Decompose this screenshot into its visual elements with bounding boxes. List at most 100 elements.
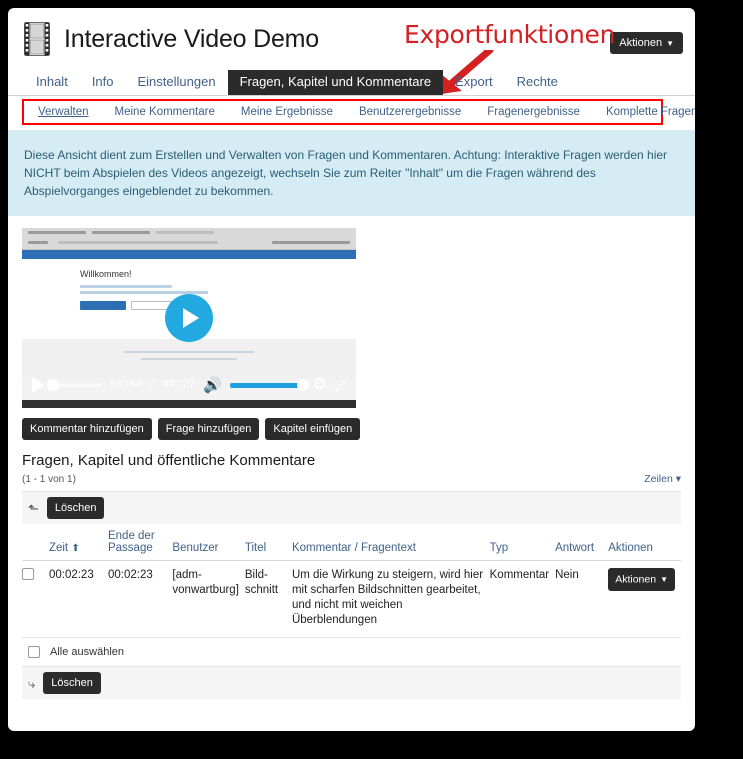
seek-slider[interactable] — [47, 379, 102, 391]
cell-zeit: 00:02:23 — [48, 560, 108, 638]
annotation-label: Exportfunktionen — [404, 20, 616, 49]
poster-taskbar — [22, 400, 356, 408]
table-section: Fragen, Kapitel und öffentliche Kommenta… — [8, 440, 695, 699]
film-strip-icon — [24, 22, 50, 56]
tab-info-label: Info — [91, 74, 114, 90]
cell-ende: 00:02:23 — [107, 560, 173, 638]
col-benutzer[interactable]: Benutzer — [172, 524, 245, 561]
delete-button-bottom[interactable]: Löschen — [43, 672, 101, 694]
sort-ascending-icon: ⬆ — [71, 543, 80, 554]
tab-export-label: Export — [455, 74, 493, 90]
table-toolbar-top: ⬑ Löschen — [22, 491, 681, 524]
video-controls-bar: 00:00 / 04:27 🔊 ⚙ ⤢ — [22, 370, 356, 400]
col-typ[interactable]: Typ — [489, 524, 556, 561]
fullscreen-icon[interactable]: ⤢ — [335, 378, 346, 392]
chevron-down-icon: ▼ — [666, 38, 674, 48]
tab-rechte-label: Rechte — [516, 74, 558, 90]
seek-handle[interactable] — [47, 379, 59, 391]
table-header-row: Zeit ⬆ Ende der Passage Benutzer Titel K… — [22, 524, 681, 561]
poster-heading: Willkommen! — [80, 269, 132, 279]
video-player[interactable]: Willkommen! 00:00 / 04:27 🔊 ⚙ ⤢ — [22, 228, 356, 408]
arrow-up-right-icon: ⬑ — [28, 500, 39, 516]
subnav-wrapper: Verwalten Meine Kommentare Meine Ergebni… — [8, 96, 695, 126]
table-title: Fragen, Kapitel und öffentliche Kommenta… — [22, 452, 316, 469]
rows-dropdown-label: Zeilen — [644, 473, 673, 485]
main-tab-bar: Inhalt Info Einstellungen Fragen, Kapite… — [8, 70, 695, 96]
tab-export[interactable]: Export — [443, 70, 505, 95]
cell-antwort: Nein — [555, 560, 609, 638]
row-actions-button[interactable]: Aktionen ▼ — [608, 568, 675, 592]
tab-inhalt[interactable]: Inhalt — [24, 70, 80, 95]
play-icon — [183, 308, 199, 328]
cell-kommentar: Um die Wirkung zu steigern, wird hier mi… — [291, 560, 490, 638]
row-checkbox[interactable] — [22, 568, 34, 580]
tab-inhalt-label: Inhalt — [36, 74, 68, 90]
col-benutzer-label: Benutzer — [172, 542, 219, 554]
tab-fragen-kapitel-kommentare[interactable]: Fragen, Kapitel und Kommentare — [227, 70, 444, 95]
subnav-item-benutzerergebnisse[interactable]: Benutzerergebnisse — [359, 106, 461, 118]
volume-slider[interactable] — [230, 378, 310, 391]
col-kommentar-fragentext[interactable]: Kommentar / Fragentext — [291, 524, 490, 561]
chevron-down-icon: ▾ — [675, 473, 681, 485]
header-actions-button[interactable]: Aktionen ▼ — [610, 32, 683, 54]
subnav-item-verwalten[interactable]: Verwalten — [38, 106, 89, 118]
poster-buttons — [80, 301, 356, 310]
time-display: 00:00 / 04:27 — [109, 379, 196, 391]
add-comment-button[interactable]: Kommentar hinzufügen — [22, 418, 152, 440]
poster-navbar — [22, 250, 356, 259]
select-all-checkbox[interactable] — [28, 646, 40, 658]
col-ende-passage[interactable]: Ende der Passage — [107, 524, 173, 561]
row-actions-label: Aktionen — [615, 573, 657, 586]
col-titel-label: Titel — [244, 542, 267, 554]
content-action-buttons: Kommentar hinzufügen Frage hinzufügen Ka… — [8, 408, 695, 440]
col-ende-label: Ende der Passage — [107, 530, 155, 554]
tab-fragen-label: Fragen, Kapitel und Kommentare — [239, 74, 432, 90]
gear-icon[interactable]: ⚙ — [312, 377, 326, 393]
subnav-item-fragenergebnisse[interactable]: Fragenergebnisse — [487, 106, 580, 118]
volume-handle[interactable] — [297, 378, 310, 391]
chevron-down-icon: ▼ — [660, 575, 668, 584]
export-subnav: Verwalten Meine Kommentare Meine Ergebni… — [22, 99, 695, 125]
subnav-item-meine-ergebnisse[interactable]: Meine Ergebnisse — [241, 106, 333, 118]
col-zeit-label: Zeit — [48, 542, 69, 554]
poster-browser-chrome — [22, 228, 356, 250]
page-card: Interactive Video Demo Aktionen ▼ Exportf… — [8, 8, 695, 731]
result-count: (1 - 1 von 1) — [22, 473, 76, 485]
tab-einstellungen[interactable]: Einstellungen — [126, 70, 228, 95]
table-toolbar-bottom: ⤷ Löschen — [22, 667, 681, 699]
play-button[interactable] — [32, 377, 44, 393]
subnav-item-meine-kommentare[interactable]: Meine Kommentare — [115, 106, 215, 118]
page-title: Interactive Video Demo — [64, 24, 319, 53]
col-kommentar-label: Kommentar / Fragentext — [291, 542, 416, 554]
page-header: Interactive Video Demo Aktionen ▼ Exportf… — [8, 8, 695, 94]
select-all-row: Alle auswählen — [22, 638, 681, 667]
cell-typ: Kommentar — [489, 560, 556, 638]
add-question-button[interactable]: Frage hinzufügen — [157, 418, 260, 440]
delete-button-top[interactable]: Löschen — [46, 497, 105, 519]
tab-info[interactable]: Info — [80, 70, 126, 95]
video-area: Willkommen! 00:00 / 04:27 🔊 ⚙ ⤢ — [8, 216, 695, 408]
comments-table: Zeit ⬆ Ende der Passage Benutzer Titel K… — [22, 524, 681, 638]
volume-icon[interactable]: 🔊 — [203, 378, 222, 393]
col-checkbox — [22, 524, 49, 561]
col-zeit[interactable]: Zeit ⬆ — [48, 524, 108, 561]
tab-rechte[interactable]: Rechte — [505, 70, 570, 95]
info-message-box: Diese Ansicht dient zum Erstellen und Ve… — [8, 130, 695, 216]
col-aktionen: Aktionen — [608, 524, 681, 561]
col-typ-label: Typ — [489, 542, 509, 554]
rows-dropdown[interactable]: Zeilen ▾ — [644, 473, 681, 485]
header-actions-label: Aktionen — [619, 37, 663, 49]
col-aktionen-label: Aktionen — [608, 542, 653, 554]
col-antwort-label: Antwort — [555, 542, 595, 554]
col-antwort[interactable]: Antwort — [555, 524, 609, 561]
video-play-overlay-button[interactable] — [165, 294, 213, 342]
cell-aktionen: Aktionen ▼ — [608, 560, 681, 638]
subnav-item-komplette-fragenergebnisse[interactable]: Komplette Fragenergebnisse — [606, 106, 695, 118]
select-all-label: Alle auswählen — [50, 646, 124, 658]
tab-einstellungen-label: Einstellungen — [137, 74, 216, 90]
add-chapter-button[interactable]: Kapitel einfügen — [265, 418, 361, 440]
cell-titel: Bild-schnitt — [244, 560, 292, 638]
col-titel[interactable]: Titel — [244, 524, 292, 561]
arrow-down-right-icon: ⤷ — [28, 675, 36, 691]
row-checkbox-cell — [22, 560, 49, 638]
